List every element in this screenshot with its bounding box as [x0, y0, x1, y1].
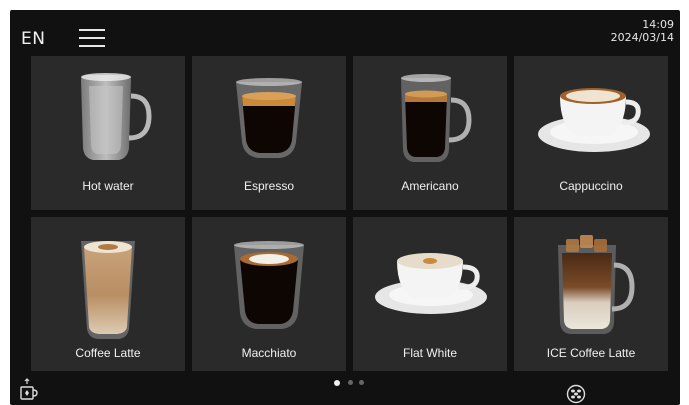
drink-tile-macchiato[interactable]: Macchiato [192, 217, 346, 371]
coffee-machine-screen: EN 14:09 2024/03/14 Hot water Espresso A… [10, 10, 680, 405]
menu-line [79, 29, 105, 31]
clock: 14:09 2024/03/14 [611, 18, 674, 45]
coffee-beans-icon[interactable] [566, 384, 586, 404]
page-dot-2[interactable] [348, 380, 353, 385]
drink-tile-ice-coffee-latte[interactable]: ICE Coffee Latte [514, 217, 668, 371]
page-dot-3[interactable] [359, 380, 364, 385]
drink-tile-coffee-latte[interactable]: Coffee Latte [31, 217, 185, 371]
drink-label: Hot water [82, 179, 134, 193]
drink-tile-americano[interactable]: Americano [353, 56, 507, 210]
hamburger-menu-icon[interactable] [79, 27, 105, 49]
drink-tile-hot-water[interactable]: Hot water [31, 56, 185, 210]
drink-tile-espresso[interactable]: Espresso [192, 56, 346, 210]
clock-time: 14:09 [642, 18, 674, 31]
drink-label: Macchiato [241, 346, 297, 360]
menu-line [79, 45, 105, 47]
drink-label: Coffee Latte [75, 346, 141, 360]
drink-tile-cappuccino[interactable]: Cappuccino [514, 56, 668, 210]
drink-label: ICE Coffee Latte [546, 346, 636, 360]
hot-water-dispense-icon[interactable] [18, 378, 38, 402]
menu-line [79, 37, 105, 39]
drink-tile-flat-white[interactable]: Flat White [353, 217, 507, 371]
clock-date: 2024/03/14 [610, 31, 674, 44]
drink-label: Flat White [402, 346, 457, 360]
language-selector[interactable]: EN [21, 29, 45, 49]
drink-label: Cappuccino [559, 179, 623, 193]
drink-label: Americano [401, 179, 459, 193]
top-bar: EN 14:09 2024/03/14 [10, 10, 680, 56]
page-dot-1[interactable] [334, 379, 340, 386]
drink-label: Espresso [243, 179, 295, 193]
